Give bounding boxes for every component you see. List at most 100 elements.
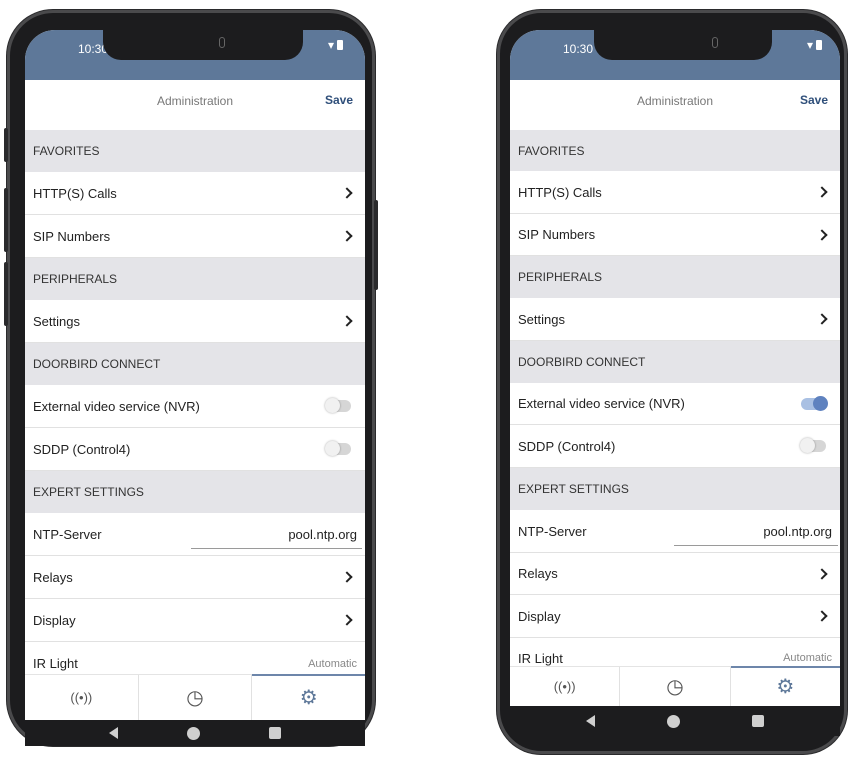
peripherals-settings-row[interactable]: Settings xyxy=(510,298,840,341)
front-camera-icon xyxy=(712,37,718,48)
relays-row[interactable]: Relays xyxy=(25,556,365,599)
settings-label: Settings xyxy=(33,313,80,329)
app-header: Administration Save xyxy=(25,80,365,124)
tab-history[interactable]: ◷ xyxy=(620,667,731,706)
toggle-knob xyxy=(325,398,340,413)
external-video-toggle[interactable] xyxy=(325,398,351,413)
volume-down-button xyxy=(4,262,8,326)
http-calls-label: HTTP(S) Calls xyxy=(33,185,117,201)
external-video-label: External video service (NVR) xyxy=(518,396,685,411)
chevron-right-icon xyxy=(816,567,828,580)
history-clock-icon: ◷ xyxy=(186,687,204,709)
toggle-knob xyxy=(325,441,340,456)
settings-list: FAVORITES HTTP(S) Calls SIP Numbers PERI… xyxy=(510,130,840,678)
nav-recents-icon[interactable] xyxy=(752,715,764,727)
http-calls-label: HTTP(S) Calls xyxy=(518,184,602,200)
relays-row[interactable]: Relays xyxy=(510,553,840,595)
http-calls-row[interactable]: HTTP(S) Calls xyxy=(510,171,840,214)
section-peripherals: PERIPHERALS xyxy=(25,258,365,300)
sddp-toggle[interactable] xyxy=(800,438,826,453)
phone-left: 10:30 ▾ Administration Save FAVORITES HT… xyxy=(4,10,378,746)
sip-numbers-row[interactable]: SIP Numbers xyxy=(25,215,365,258)
chevron-right-icon xyxy=(816,228,828,241)
status-icons: ▾ xyxy=(328,38,343,52)
section-doorbird-connect: DOORBIRD CONNECT xyxy=(25,343,365,385)
toggle-knob xyxy=(800,438,815,453)
ntp-server-row: NTP-Server pool.ntp.org xyxy=(510,510,840,553)
status-bar: 10:30 ▾ xyxy=(510,30,840,80)
external-video-row: External video service (NVR) xyxy=(25,385,365,428)
toggle-knob xyxy=(813,395,828,411)
save-button[interactable]: Save xyxy=(325,93,353,107)
display-row[interactable]: Display xyxy=(25,599,365,642)
nav-recents-icon[interactable] xyxy=(268,727,281,739)
ntp-server-input[interactable]: pool.ntp.org xyxy=(288,527,357,542)
system-nav-bar xyxy=(510,706,840,736)
ir-light-value: Automatic xyxy=(308,657,357,670)
display-label: Display xyxy=(518,608,561,624)
mute-switch xyxy=(4,128,8,162)
battery-icon xyxy=(337,40,343,50)
screen: 10:30 ▾ Administration Save FAVORITES HT… xyxy=(25,30,365,720)
page-title: Administration xyxy=(156,94,234,108)
chevron-right-icon xyxy=(341,614,353,626)
ir-light-label: IR Light xyxy=(33,656,78,671)
external-video-row: External video service (NVR) xyxy=(510,383,840,425)
broadcast-icon: ((•)) xyxy=(70,690,93,705)
section-expert-settings: EXPERT SETTINGS xyxy=(25,471,365,513)
settings-list: FAVORITES HTTP(S) Calls SIP Numbers PERI… xyxy=(25,130,365,685)
settings-gear-icon: ⚙ xyxy=(776,676,795,698)
notch xyxy=(103,30,303,60)
ir-light-value: Automatic xyxy=(783,652,832,664)
wifi-icon: ▾ xyxy=(327,38,334,52)
page-title: Administration xyxy=(636,94,714,108)
screen: 10:30 ▾ Administration Save FAVORITES HT… xyxy=(510,30,840,720)
ir-light-label: IR Light xyxy=(518,650,563,666)
sddp-row: SDDP (Control4) xyxy=(25,428,365,471)
external-video-toggle[interactable] xyxy=(801,395,828,411)
volume-up-button xyxy=(4,188,8,252)
chevron-right-icon xyxy=(341,571,353,583)
front-camera-icon xyxy=(219,37,225,48)
system-nav-bar xyxy=(25,720,365,746)
bottom-tab-bar: ((•)) ◷ ⚙ xyxy=(25,674,365,720)
nav-back-icon[interactable] xyxy=(586,715,595,727)
chevron-right-icon xyxy=(341,315,353,327)
ntp-server-input[interactable]: pool.ntp.org xyxy=(763,524,832,539)
tab-live[interactable]: ((•)) xyxy=(510,667,621,706)
chevron-right-icon xyxy=(816,313,828,325)
ntp-server-row: NTP-Server pool.ntp.org xyxy=(25,513,365,556)
section-favorites: FAVORITES xyxy=(510,130,840,171)
peripherals-settings-row[interactable]: Settings xyxy=(25,300,365,343)
tab-settings[interactable]: ⚙ xyxy=(252,674,365,720)
section-doorbird-connect: DOORBIRD CONNECT xyxy=(510,341,840,383)
save-button[interactable]: Save xyxy=(800,93,828,107)
nav-home-icon[interactable] xyxy=(667,714,680,728)
section-expert-settings: EXPERT SETTINGS xyxy=(510,468,840,510)
sip-numbers-label: SIP Numbers xyxy=(518,227,596,242)
tab-settings[interactable]: ⚙ xyxy=(730,666,840,706)
phone-right: 10:30 ▾ Administration Save FAVORITES HT… xyxy=(497,10,847,754)
battery-icon xyxy=(816,40,822,50)
input-underline xyxy=(191,547,362,549)
chevron-right-icon xyxy=(341,187,353,199)
sip-numbers-row[interactable]: SIP Numbers xyxy=(510,214,840,256)
ntp-server-label: NTP-Server xyxy=(33,526,102,542)
tab-history[interactable]: ◷ xyxy=(139,675,253,720)
section-peripherals: PERIPHERALS xyxy=(510,256,840,298)
status-icons: ▾ xyxy=(807,38,822,52)
sddp-toggle[interactable] xyxy=(325,441,351,456)
tab-live[interactable]: ((•)) xyxy=(25,675,139,720)
input-underline xyxy=(674,544,838,546)
history-clock-icon: ◷ xyxy=(666,676,684,698)
nav-back-icon[interactable] xyxy=(109,727,119,739)
http-calls-row[interactable]: HTTP(S) Calls xyxy=(25,172,365,215)
relays-label: Relays xyxy=(33,569,73,585)
chevron-right-icon xyxy=(816,610,828,622)
external-video-label: External video service (NVR) xyxy=(33,398,200,414)
display-row[interactable]: Display xyxy=(510,595,840,638)
sddp-label: SDDP (Control4) xyxy=(33,441,131,457)
wifi-icon: ▾ xyxy=(806,38,813,52)
chevron-right-icon xyxy=(341,230,353,242)
nav-home-icon[interactable] xyxy=(186,726,200,740)
